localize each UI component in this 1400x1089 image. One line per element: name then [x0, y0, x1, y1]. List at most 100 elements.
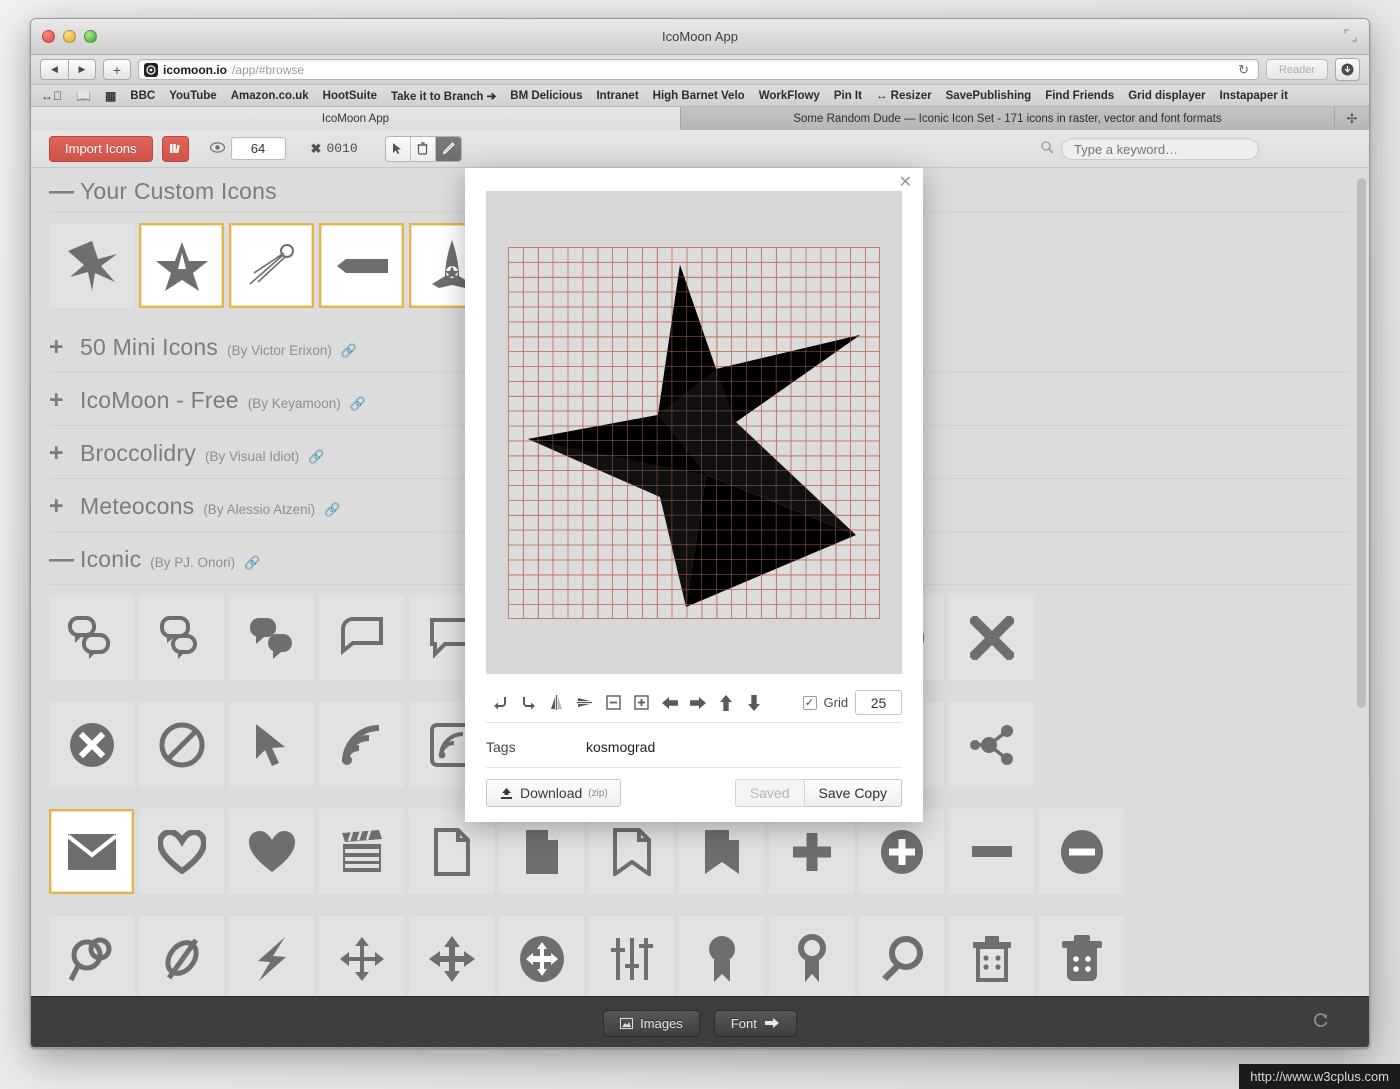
- back-button[interactable]: ◀: [40, 59, 68, 80]
- rotate-right-tool-button[interactable]: [514, 689, 542, 717]
- icon-cell-cursor[interactable]: [229, 702, 314, 787]
- icon-cell-ban[interactable]: [139, 702, 224, 787]
- images-button[interactable]: Images: [603, 1009, 700, 1037]
- icon-cell-chat-bubbles-outline[interactable]: [49, 595, 134, 680]
- book-icon[interactable]: 📖: [76, 89, 91, 103]
- flip-horizontal-tool-button[interactable]: [543, 689, 571, 717]
- delete-tool-button[interactable]: [410, 136, 436, 161]
- bookmark-grid-displayer[interactable]: Grid displayer: [1128, 90, 1205, 102]
- bookmark-bbc[interactable]: BBC: [130, 90, 155, 102]
- icon-cell-move-circle[interactable]: [499, 916, 584, 996]
- icon-cell-rss[interactable]: [319, 702, 404, 787]
- set-toggle-icon[interactable]: —: [49, 547, 74, 572]
- font-button[interactable]: Font: [713, 1009, 797, 1037]
- bookmark-amazon[interactable]: Amazon.co.uk: [231, 90, 309, 102]
- icon-cell-move-arrows-alt[interactable]: [409, 916, 494, 996]
- close-icon[interactable]: ✕: [899, 175, 912, 191]
- tab-icomoon-app[interactable]: IcoMoon App: [31, 107, 681, 130]
- icon-cell-x-circle[interactable]: [49, 702, 134, 787]
- set-toggle-icon[interactable]: +: [49, 335, 71, 360]
- downloads-button[interactable]: [1335, 58, 1360, 81]
- link-icon[interactable]: 🔗: [308, 449, 324, 465]
- link-icon[interactable]: 🔗: [324, 502, 340, 518]
- close-window-button[interactable]: [42, 30, 55, 43]
- scrollbar-thumb[interactable]: [1357, 178, 1366, 708]
- zoom-window-button[interactable]: [84, 30, 97, 43]
- bookmark-take-it-to-branch[interactable]: Take it to Branch ➔: [391, 89, 496, 103]
- link-icon[interactable]: 🔗: [341, 343, 357, 359]
- icon-cell-close-x[interactable]: [949, 595, 1034, 680]
- icon-cell-star-burst[interactable]: [49, 223, 134, 308]
- search-input[interactable]: [1061, 138, 1259, 160]
- link-icon[interactable]: 🔗: [244, 555, 260, 571]
- icon-cell-move-arrows[interactable]: [319, 916, 404, 996]
- grid-size-input[interactable]: 25: [855, 690, 903, 715]
- icon-cell-trash-filled[interactable]: [1039, 916, 1124, 996]
- icon-cell-link[interactable]: [49, 916, 134, 996]
- tags-input[interactable]: kosmograd: [586, 739, 655, 755]
- icon-cell-bolt[interactable]: [229, 916, 314, 996]
- bookmark-workflowy[interactable]: WorkFlowy: [759, 90, 820, 102]
- icon-cell-trash-outline[interactable]: [949, 916, 1034, 996]
- icon-cell-chat-bubble-outline[interactable]: [319, 595, 404, 680]
- move-right-tool-button[interactable]: [684, 689, 712, 717]
- tab-new-button[interactable]: ✢: [1335, 107, 1369, 130]
- address-bar[interactable]: icomoon.io /app/#browse ↻: [138, 59, 1259, 80]
- icon-cell-minus[interactable]: [949, 809, 1034, 894]
- icon-cell-chat-bubbles-filled[interactable]: [229, 595, 314, 680]
- bookmark-youtube[interactable]: YouTube: [169, 90, 216, 102]
- set-toggle-icon[interactable]: —: [49, 179, 74, 204]
- save-copy-button[interactable]: Save Copy: [804, 779, 902, 807]
- editor-canvas[interactable]: [508, 246, 880, 619]
- bookmark-find-friends[interactable]: Find Friends: [1045, 90, 1114, 102]
- reload-icon[interactable]: ↻: [1238, 62, 1253, 78]
- set-toggle-icon[interactable]: +: [49, 441, 71, 466]
- refresh-icon[interactable]: [1312, 1012, 1329, 1034]
- select-tool-button[interactable]: [385, 136, 411, 161]
- icon-cell-heart-filled[interactable]: [229, 809, 314, 894]
- tab-some-random-dude[interactable]: Some Random Dude — Iconic Icon Set - 171…: [681, 107, 1335, 130]
- fullscreen-icon[interactable]: [1344, 29, 1357, 42]
- bookmark-bm-delicious[interactable]: BM Delicious: [510, 90, 582, 102]
- icon-cell-star-kosmograd[interactable]: [139, 223, 224, 308]
- scale-down-tool-button[interactable]: [599, 689, 627, 717]
- move-left-tool-button[interactable]: [656, 689, 684, 717]
- forward-button[interactable]: ▶: [68, 59, 96, 80]
- bookmark-pin-it[interactable]: Pin It: [834, 90, 862, 102]
- bookmark-high-barnet-velo[interactable]: High Barnet Velo: [653, 90, 745, 102]
- library-icon[interactable]: [161, 135, 189, 162]
- set-toggle-icon[interactable]: +: [49, 388, 71, 413]
- icon-cell-share[interactable]: [949, 702, 1034, 787]
- import-icons-button[interactable]: Import Icons: [49, 135, 153, 162]
- move-down-tool-button[interactable]: [740, 689, 768, 717]
- edit-tool-button[interactable]: [435, 136, 461, 161]
- download-button[interactable]: Download (zip): [486, 779, 621, 807]
- icon-size-input[interactable]: 64: [230, 137, 286, 160]
- bookmark-savepublishing[interactable]: SavePublishing: [946, 90, 1032, 102]
- icon-cell-chat-bubbles-mixed[interactable]: [139, 595, 224, 680]
- grid-checkbox[interactable]: ✓: [802, 695, 817, 710]
- icon-cell-sliders[interactable]: [589, 916, 674, 996]
- glasses-icon[interactable]: ↔⃝: [41, 89, 62, 103]
- icon-cell-sputnik[interactable]: [229, 223, 314, 308]
- icon-cell-banner[interactable]: [319, 223, 404, 308]
- bookmark-instapaper-it[interactable]: Instapaper it: [1220, 90, 1288, 102]
- grid-icon[interactable]: ▦: [105, 89, 116, 103]
- bookmark-intranet[interactable]: Intranet: [596, 90, 638, 102]
- link-icon[interactable]: 🔗: [350, 396, 366, 412]
- flip-vertical-tool-button[interactable]: [571, 689, 599, 717]
- reader-button[interactable]: Reader: [1266, 59, 1328, 80]
- rotate-left-tool-button[interactable]: [486, 689, 514, 717]
- scale-up-tool-button[interactable]: [627, 689, 655, 717]
- bookmark-resizer[interactable]: ↔ Resizer: [876, 90, 932, 102]
- icon-cell-magnifier[interactable]: [859, 916, 944, 996]
- move-up-tool-button[interactable]: [712, 689, 740, 717]
- icon-cell-clapperboard[interactable]: [319, 809, 404, 894]
- icon-cell-envelope[interactable]: [49, 809, 134, 894]
- new-tab-button[interactable]: +: [103, 59, 131, 80]
- bookmark-hootsuite[interactable]: HootSuite: [323, 90, 377, 102]
- icon-cell-minus-circle[interactable]: [1039, 809, 1124, 894]
- icon-cell-heart-outline[interactable]: [139, 809, 224, 894]
- page-scrollbar[interactable]: [1357, 170, 1366, 1000]
- set-toggle-icon[interactable]: +: [49, 494, 71, 519]
